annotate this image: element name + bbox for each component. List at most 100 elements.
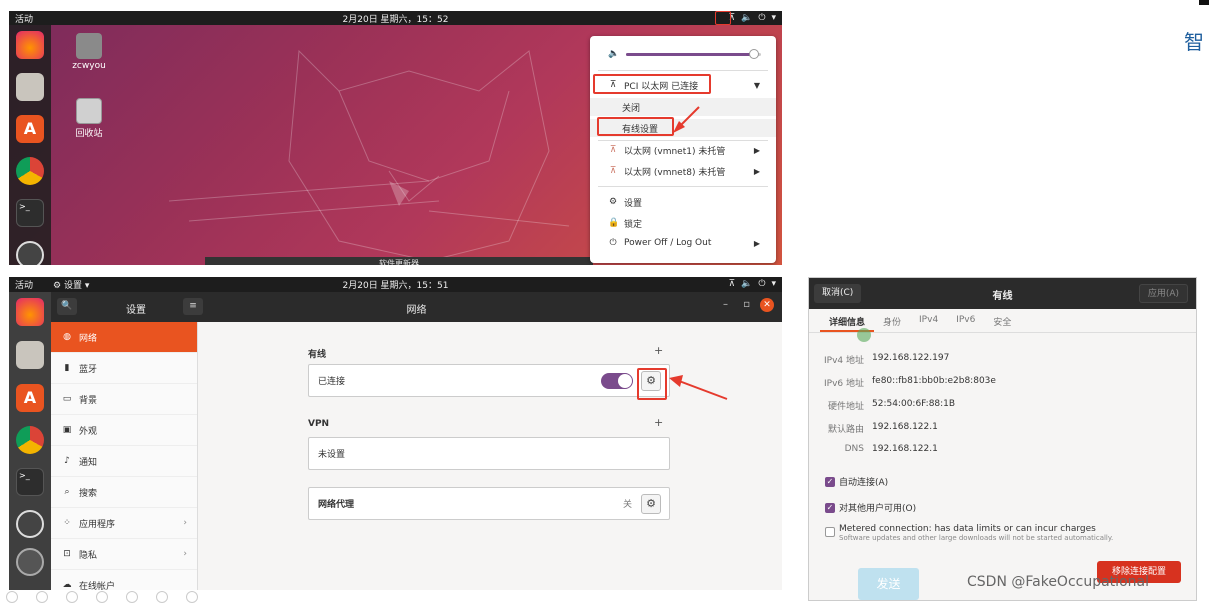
side-character: 智 <box>1184 30 1204 54</box>
bluetooth-icon: ▮ <box>64 363 70 373</box>
firefox-icon[interactable] <box>16 298 44 326</box>
wired-toggle[interactable] <box>601 373 633 389</box>
bell-icon: ♪ <box>64 456 70 466</box>
toolbar-icon[interactable] <box>96 591 108 603</box>
chevron-down-icon: ▼ <box>753 80 760 90</box>
tab-security[interactable]: 安全 <box>984 309 1020 332</box>
cloud-icon: ☁ <box>62 580 72 590</box>
volume-icon: 🔈 <box>741 13 753 23</box>
all-users-checkbox[interactable]: ✓ 对其他用户可用(O) <box>825 501 916 514</box>
sidebar-item-network[interactable]: ◍ 网络 <box>51 322 197 353</box>
volume-row[interactable]: 🔈 <box>590 45 776 63</box>
sidebar-item-applications[interactable]: ⁘ 应用程序 › <box>51 508 197 539</box>
watermark: CSDN @FakeOccupational <box>967 574 1149 590</box>
appearance-icon: ▣ <box>62 425 72 435</box>
sidebar-item-background[interactable]: ▭ 背景 <box>51 384 197 415</box>
settings-app-icon[interactable] <box>16 548 44 576</box>
chrome-icon[interactable] <box>16 426 44 454</box>
send-button[interactable]: 发送 <box>858 568 919 600</box>
auto-connect-checkbox[interactable]: ✓ 自动连接(A) <box>825 475 888 488</box>
sidebar-item-notifications[interactable]: ♪ 通知 <box>51 446 197 477</box>
tab-ipv6[interactable]: IPv6 <box>947 309 984 332</box>
volume-slider[interactable] <box>626 48 761 59</box>
maximize-button[interactable]: ▫ <box>743 299 750 310</box>
settings-sidebar: ◍ 网络 ▮ 蓝牙 ▭ 背景 ▣ 外观 ♪ 通知 ⌕ 搜索 ⁘ 应用程序 › ⊡ 隐私 › ☁ 在… <box>51 322 198 590</box>
sidebar-item-appearance[interactable]: ▣ 外观 <box>51 415 197 446</box>
top-bar: 活动 ⚙ 设置 ▾ 2月20日 星期六，15：51 ⊼ 🔈 ⏻ ▾ <box>9 277 782 292</box>
desktop-icon-trash[interactable]: 回收站 <box>69 98 109 139</box>
top-bar: 活动 2月20日 星期六，15：52 ⊼ 🔈 ⏻ ▾ <box>9 11 782 25</box>
wired-connection-row[interactable]: 已连接 ⚙ <box>308 364 670 397</box>
network-icon: ◍ <box>63 332 71 342</box>
notification-bar[interactable]: 软件更新器 <box>205 257 593 265</box>
apply-button[interactable]: 应用(A) <box>1138 284 1188 303</box>
network-icon: ⊼ <box>609 166 617 176</box>
files-icon[interactable] <box>16 341 44 369</box>
checkmark-icon: ✓ <box>825 502 835 513</box>
toolbar-icon[interactable] <box>156 591 168 603</box>
volume-icon: 🔈 <box>741 279 753 289</box>
close-button[interactable]: ✕ <box>760 298 774 312</box>
menu-lock[interactable]: 🔒 锁定 <box>590 214 776 232</box>
clock[interactable]: 2月20日 星期六，15：52 <box>9 12 782 25</box>
settings-header: 🔍 设置 ≡ 网络 – ▫ ✕ <box>51 292 782 322</box>
menu-vmnet8[interactable]: ⊼ 以太网 (vmnet8) 未托管 ▶ <box>590 162 776 180</box>
sidebar-item-bluetooth[interactable]: ▮ 蓝牙 <box>51 353 197 384</box>
cursor-highlight <box>857 328 871 342</box>
gear-icon: ⚙ <box>646 497 656 510</box>
add-wired-button[interactable]: + <box>654 344 663 357</box>
menu-power[interactable]: ⏻ Power Off / Log Out ▶ <box>590 234 776 252</box>
corner-mark <box>1199 0 1209 5</box>
metered-checkbox[interactable]: Metered connection: has data limits or c… <box>825 524 1113 542</box>
toolbar-icon[interactable] <box>126 591 138 603</box>
proxy-settings-button[interactable]: ⚙ <box>641 494 661 514</box>
toolbar-icon[interactable] <box>66 591 78 603</box>
system-tray[interactable]: ⊼ 🔈 ⏻ ▾ <box>729 13 776 23</box>
add-vpn-button[interactable]: + <box>654 416 663 429</box>
toolbar-icon[interactable] <box>186 591 198 603</box>
power-icon: ⏻ <box>758 13 766 23</box>
firefox-icon[interactable] <box>16 31 44 59</box>
update-icon[interactable] <box>16 510 44 538</box>
software-icon[interactable]: A <box>16 115 44 143</box>
system-menu: 🔈 ⊼ PCI 以太网 已连接 ▼ 关闭 有线设置 ⊼ 以太网 (vmnet1)… <box>590 36 776 263</box>
wired-dialog: 取消(C) 有线 应用(A) 详细信息 身份 IPv4 IPv6 安全 IPv4… <box>808 277 1197 601</box>
toolbar-icon[interactable] <box>6 591 18 603</box>
system-tray[interactable]: ⊼ 🔈 ⏻ ▾ <box>729 279 776 289</box>
apps-icon: ⁘ <box>63 518 71 528</box>
terminal-icon[interactable]: >_ <box>16 468 44 496</box>
software-icon[interactable]: A <box>16 384 44 412</box>
volume-icon: 🔈 <box>608 49 620 59</box>
network-page: 有线 + 已连接 ⚙ VPN + 未设置 网络代理 关 ⚙ <box>198 322 782 590</box>
annotation-arrow <box>669 375 728 400</box>
sidebar-item-privacy[interactable]: ⊡ 隐私 › <box>51 539 197 570</box>
menu-vmnet1[interactable]: ⊼ 以太网 (vmnet1) 未托管 ▶ <box>590 141 776 159</box>
toolbar-icon[interactable] <box>36 591 48 603</box>
proxy-row[interactable]: 网络代理 关 ⚙ <box>308 487 670 520</box>
clock[interactable]: 2月20日 星期六，15：51 <box>9 278 782 291</box>
dialog-title: 有线 <box>992 291 1013 302</box>
network-icon: ⊼ <box>609 145 617 155</box>
files-icon[interactable] <box>16 73 44 101</box>
tab-identity[interactable]: 身份 <box>874 309 910 332</box>
volume-knob[interactable] <box>749 48 760 59</box>
minimize-button[interactable]: – <box>723 299 728 310</box>
dialog-header: 取消(C) 有线 应用(A) <box>809 278 1196 309</box>
bottom-toolbar <box>0 591 330 603</box>
menu-settings[interactable]: ⚙ 设置 <box>590 193 776 211</box>
update-icon[interactable] <box>16 241 44 265</box>
terminal-icon[interactable]: >_ <box>16 199 44 227</box>
sidebar-item-online-accounts[interactable]: ☁ 在线帐户 <box>51 570 197 590</box>
vpn-section-title: VPN <box>308 419 330 429</box>
wired-section-title: 有线 <box>308 350 327 360</box>
trash-icon <box>76 98 102 124</box>
chrome-icon[interactable] <box>16 157 44 185</box>
sidebar-item-search[interactable]: ⌕ 搜索 <box>51 477 197 508</box>
home-folder-icon <box>76 33 102 59</box>
tab-ipv4[interactable]: IPv4 <box>910 309 947 332</box>
network-icon: ⊼ <box>728 279 736 289</box>
desktop-icon-home[interactable]: zcwyou <box>69 33 109 71</box>
annotation-box <box>597 117 674 136</box>
checkmark-icon: ✓ <box>825 476 835 487</box>
lock-icon: ⊡ <box>63 549 71 559</box>
